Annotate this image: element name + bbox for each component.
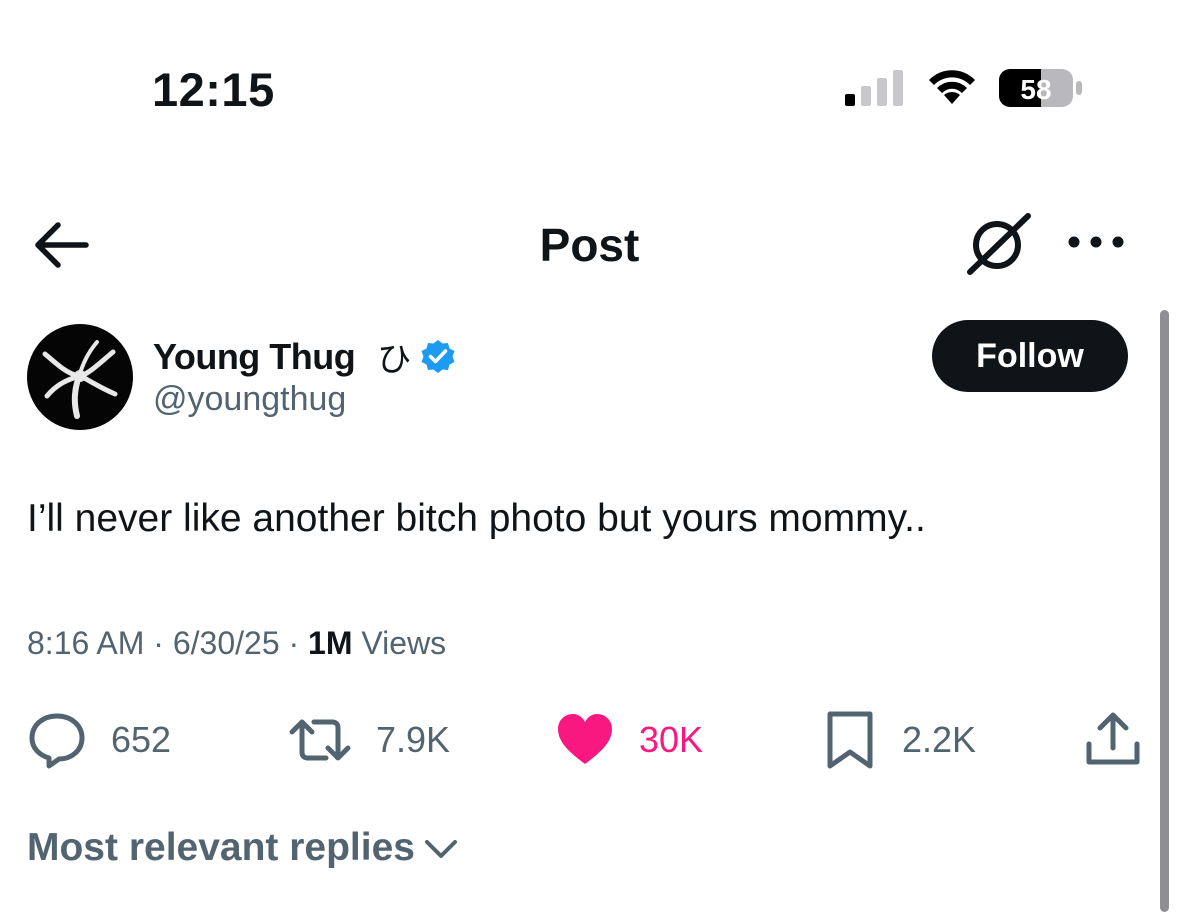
bookmark-count: 2.2K bbox=[902, 719, 977, 760]
grok-icon[interactable] bbox=[964, 210, 1034, 276]
author-name[interactable]: Young Thug bbox=[153, 336, 356, 378]
bookmark-icon[interactable] bbox=[822, 710, 878, 770]
battery-indicator: 58 bbox=[998, 68, 1084, 108]
wifi-icon bbox=[929, 70, 975, 104]
cellular-signal-icon bbox=[845, 70, 903, 106]
battery-level: 58 bbox=[1020, 74, 1051, 105]
post-text: I’ll never like another bitch photo but … bbox=[27, 497, 926, 540]
author-name-glyph: ひ bbox=[377, 341, 411, 379]
meta-separator: · bbox=[288, 625, 300, 661]
replies-sort-label[interactable]: Most relevant replies bbox=[27, 826, 415, 870]
post-time[interactable]: 8:16 AM bbox=[27, 625, 144, 661]
more-icon[interactable] bbox=[1066, 232, 1126, 252]
like-action[interactable]: 30K bbox=[555, 710, 703, 770]
heart-icon[interactable] bbox=[555, 710, 615, 770]
follow-button[interactable]: Follow bbox=[932, 320, 1128, 392]
repost-icon[interactable] bbox=[286, 710, 354, 770]
replies-sort-dropdown[interactable]: Most relevant replies bbox=[27, 826, 459, 870]
reply-action[interactable]: 652 bbox=[27, 710, 171, 770]
author-name-row[interactable]: Young Thug ひ bbox=[153, 332, 457, 381]
status-time: 12:15 bbox=[152, 63, 275, 116]
reply-count: 652 bbox=[111, 719, 172, 760]
avatar[interactable] bbox=[27, 324, 133, 430]
bookmark-action[interactable]: 2.2K bbox=[822, 710, 976, 770]
views-label[interactable]: Views bbox=[361, 625, 446, 661]
reply-icon[interactable] bbox=[27, 710, 87, 770]
views-count[interactable]: 1M bbox=[308, 625, 352, 661]
repost-action[interactable]: 7.9K bbox=[286, 710, 450, 770]
like-count: 30K bbox=[639, 719, 704, 760]
share-icon[interactable] bbox=[1084, 710, 1142, 770]
repost-count: 7.9K bbox=[376, 719, 451, 760]
avatar-logo-icon bbox=[42, 340, 118, 419]
chevron-down-icon[interactable] bbox=[423, 836, 459, 860]
author-handle[interactable]: @youngthug bbox=[153, 380, 346, 419]
post-date[interactable]: 6/30/25 bbox=[173, 625, 280, 661]
post-meta: 8:16 AM · 6/30/25 · 1M Views bbox=[27, 625, 446, 662]
meta-separator: · bbox=[153, 625, 164, 661]
verified-badge-icon bbox=[421, 339, 455, 373]
scrollbar[interactable] bbox=[1160, 310, 1169, 912]
share-action[interactable] bbox=[1084, 710, 1142, 770]
